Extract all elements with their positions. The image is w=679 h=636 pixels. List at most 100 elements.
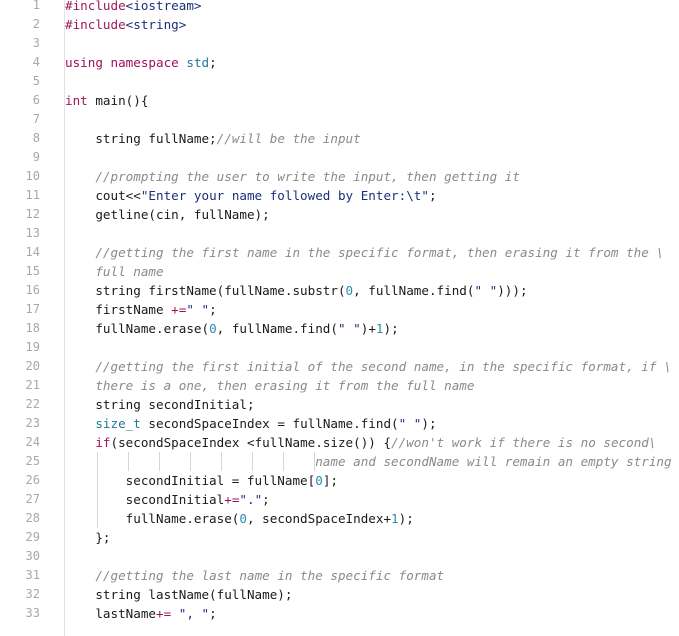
- code-token: #include: [65, 0, 126, 13]
- code-token: (secondSpaceIndex <fullName.size()) {: [110, 435, 392, 450]
- line-number: 14: [25, 245, 40, 259]
- code-token: if: [95, 435, 111, 450]
- code-line[interactable]: 19: [0, 338, 679, 357]
- code-line[interactable]: 3: [0, 34, 679, 53]
- code-line[interactable]: 20 //getting the first initial of the se…: [0, 357, 679, 376]
- code-line[interactable]: 12 getline(cin, fullName);: [0, 205, 679, 224]
- code-text: string secondInitial;: [65, 395, 254, 414]
- code-line[interactable]: 33 lastName+= ", ";: [0, 604, 679, 623]
- line-number: 33: [25, 606, 40, 620]
- code-token: "Enter your name followed by Enter:\t": [140, 188, 429, 203]
- code-token: ];: [322, 473, 338, 488]
- code-token: +=: [156, 606, 172, 621]
- code-text: //getting the last name in the specific …: [65, 566, 444, 585]
- code-line[interactable]: 4 using namespace std;: [0, 53, 679, 72]
- code-token: };: [65, 530, 111, 545]
- line-number: 8: [32, 131, 40, 145]
- code-token: //getting the first initial of the secon…: [95, 359, 672, 374]
- code-line[interactable]: 16 string firstName(fullName.substr(0, f…: [0, 281, 679, 300]
- code-line[interactable]: 27 secondInitial+=".";: [0, 490, 679, 509]
- code-text: cout<<"Enter your name followed by Enter…: [65, 186, 437, 205]
- code-token: std: [186, 55, 210, 70]
- code-line[interactable]: 29 };: [0, 528, 679, 547]
- code-line[interactable]: 30: [0, 547, 679, 566]
- code-text: string fullName;//will be the input: [65, 129, 360, 148]
- code-token: 0: [315, 473, 323, 488]
- line-number: 1: [32, 0, 40, 12]
- line-number: 6: [32, 93, 40, 107]
- code-token: full name: [95, 264, 164, 279]
- line-number: 24: [25, 435, 40, 449]
- line-number: 11: [25, 188, 40, 202]
- line-number: 27: [25, 492, 40, 506]
- code-token: 1: [391, 511, 399, 526]
- code-token: )));: [497, 283, 528, 298]
- code-text: firstName +=" ";: [65, 300, 217, 319]
- code-line[interactable]: 22 string secondInitial;: [0, 395, 679, 414]
- line-number: 7: [32, 112, 40, 126]
- code-text: if(secondSpaceIndex <fullName.size()) {/…: [65, 433, 656, 452]
- code-line[interactable]: 26 secondInitial = fullName[0];: [0, 471, 679, 490]
- code-token: 0: [209, 321, 217, 336]
- code-line[interactable]: 13: [0, 224, 679, 243]
- code-token: namespace: [110, 55, 179, 70]
- code-token: ;: [262, 492, 270, 507]
- code-token: size_t: [95, 416, 141, 431]
- code-text: };: [65, 528, 111, 547]
- code-line[interactable]: 21 there is a one, then erasing it from …: [0, 376, 679, 395]
- line-number: 31: [25, 568, 40, 582]
- code-line[interactable]: 32 string lastName(fullName);: [0, 585, 679, 604]
- code-line[interactable]: 25 name and secondName will remain an em…: [0, 452, 679, 471]
- code-token: //getting the first name in the specific…: [95, 245, 664, 260]
- code-editor[interactable]: 1 #include<iostream> 2 #include<string> 3 4 us…: [0, 0, 679, 636]
- code-text: string firstName(fullName.substr(0, full…: [65, 281, 528, 300]
- code-line[interactable]: 17 firstName +=" ";: [0, 300, 679, 319]
- code-line[interactable]: 10 //prompting the user to write the inp…: [0, 167, 679, 186]
- code-token: name and secondName will remain an empty…: [315, 454, 672, 469]
- code-line[interactable]: 31 //getting the last name in the specif…: [0, 566, 679, 585]
- line-number: 9: [32, 150, 40, 164]
- code-line[interactable]: 7: [0, 110, 679, 129]
- code-token: getline(cin, fullName);: [65, 207, 270, 222]
- code-text: int main(){: [65, 91, 148, 110]
- line-number: 21: [25, 378, 40, 392]
- code-line[interactable]: 28 fullName.erase(0, secondSpaceIndex+1)…: [0, 509, 679, 528]
- code-text: using namespace std;: [65, 53, 217, 72]
- line-number: 23: [25, 416, 40, 430]
- code-line[interactable]: 23 size_t secondSpaceIndex = fullName.fi…: [0, 414, 679, 433]
- line-number: 30: [25, 549, 40, 563]
- code-line[interactable]: 6 int main(){: [0, 91, 679, 110]
- code-token: )+: [360, 321, 376, 336]
- code-text: //getting the first initial of the secon…: [65, 357, 672, 376]
- code-line[interactable]: 8 string fullName;//will be the input: [0, 129, 679, 148]
- code-text: //getting the first name in the specific…: [65, 243, 664, 262]
- code-token: );: [421, 416, 437, 431]
- code-line[interactable]: 11 cout<<"Enter your name followed by En…: [0, 186, 679, 205]
- code-line[interactable]: 1 #include<iostream>: [0, 0, 679, 15]
- code-token: ;: [209, 55, 217, 70]
- code-line[interactable]: 15 full name: [0, 262, 679, 281]
- code-line[interactable]: 18 fullName.erase(0, fullName.find(" ")+…: [0, 319, 679, 338]
- code-token: );: [383, 321, 399, 336]
- line-number: 10: [25, 169, 40, 183]
- code-token: 0: [345, 283, 354, 298]
- code-line[interactable]: 9: [0, 148, 679, 167]
- code-token: //getting the last name in the specific …: [95, 568, 445, 583]
- code-token: ".": [239, 492, 263, 507]
- code-line[interactable]: 2 #include<string>: [0, 15, 679, 34]
- code-line[interactable]: 14 //getting the first name in the speci…: [0, 243, 679, 262]
- code-token: " ": [474, 283, 498, 298]
- code-token: ;: [428, 188, 437, 203]
- code-line[interactable]: 5: [0, 72, 679, 91]
- code-line[interactable]: 24 if(secondSpaceIndex <fullName.size())…: [0, 433, 679, 452]
- code-text: //prompting the user to write the input,…: [65, 167, 520, 186]
- line-number: 16: [25, 283, 40, 297]
- code-token: ;: [209, 302, 217, 317]
